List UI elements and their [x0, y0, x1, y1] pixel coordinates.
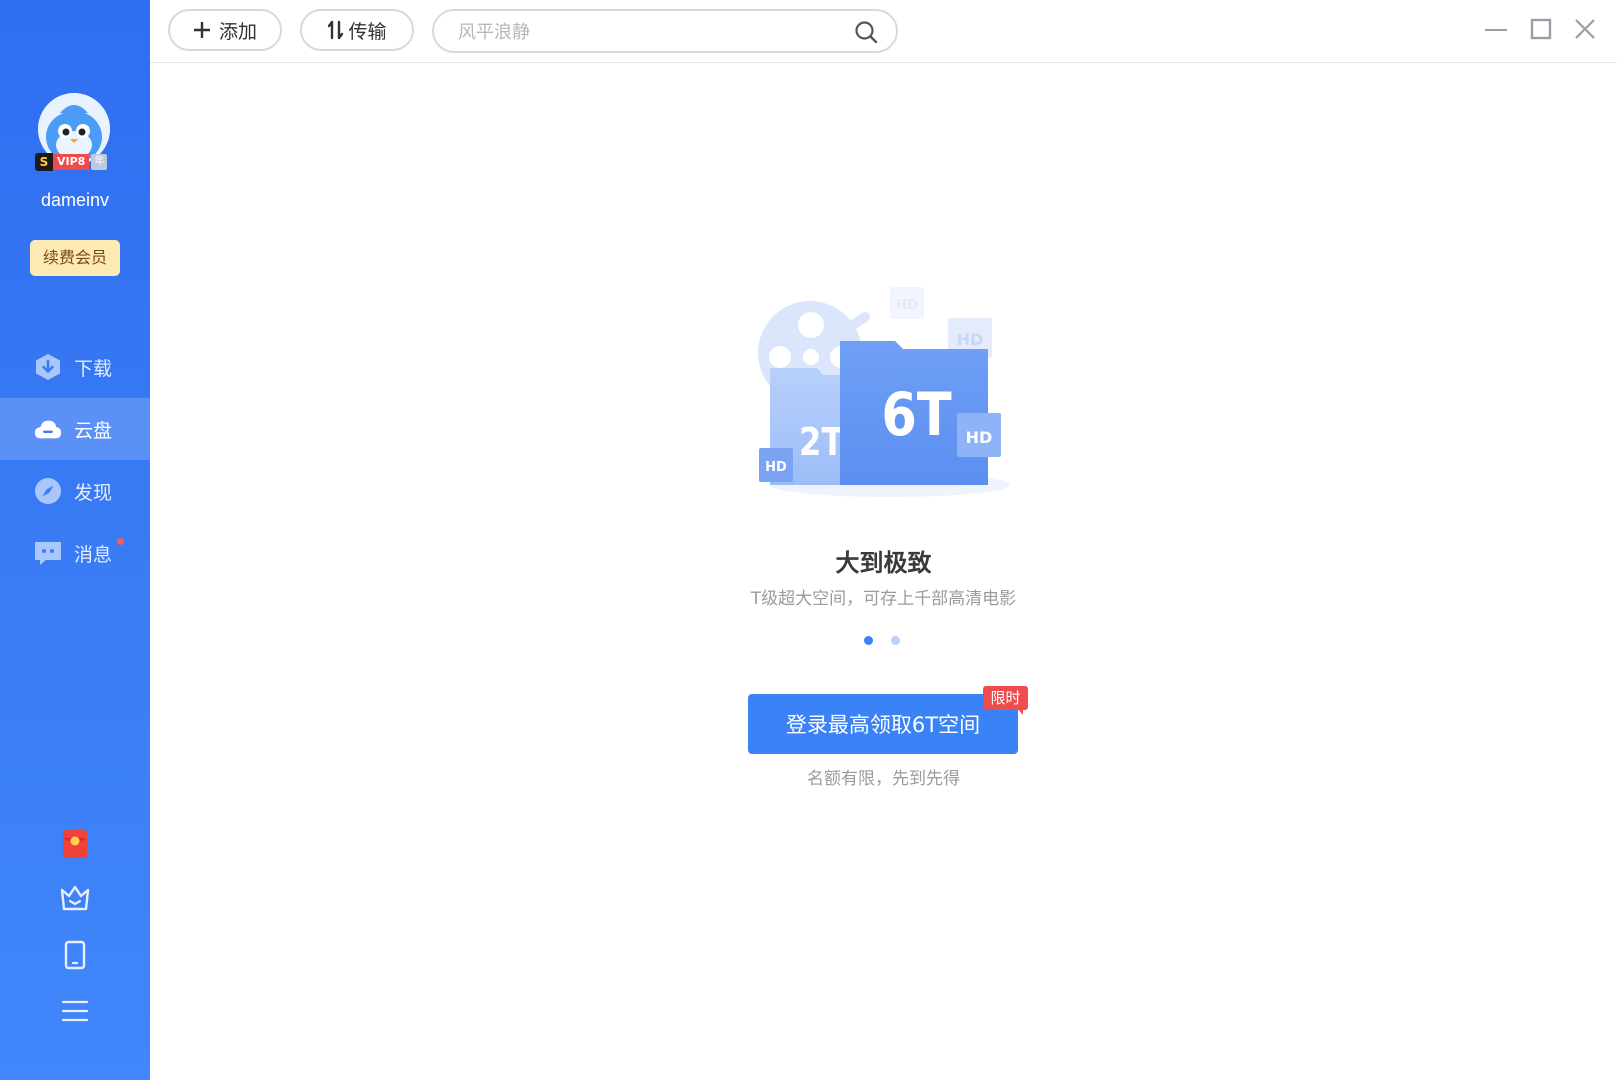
top-toolbar: 添加 传输 [150, 0, 1617, 63]
unread-dot [117, 538, 124, 545]
carousel-indicator [864, 636, 904, 646]
hd-tag-faint: HD [896, 298, 918, 313]
compass-icon [34, 477, 62, 505]
add-button[interactable]: 添加 [168, 9, 282, 51]
search-icon[interactable] [854, 20, 878, 44]
search-input[interactable] [456, 19, 840, 45]
hd-tag-left: HD [765, 460, 787, 475]
small-folder-label: 2T [799, 421, 843, 465]
crown-icon[interactable] [59, 882, 91, 914]
plus-icon [193, 22, 210, 38]
limited-time-badge: 限时 [983, 686, 1028, 710]
sidebar-item-label: 下载 [74, 357, 113, 380]
vip-s-mark: S [35, 153, 53, 171]
close-icon[interactable] [1572, 16, 1598, 42]
limited-time-badge-tail [1017, 708, 1023, 715]
vip-year-mark: 年 [91, 154, 108, 170]
minimize-icon[interactable] [1483, 16, 1509, 42]
login-claim-space-button[interactable]: 登录最高领取6T空间 [748, 694, 1018, 754]
promo-note: 名额有限，先到先得 [807, 769, 960, 789]
big-folder-label: 6T [881, 380, 951, 450]
search-box[interactable] [432, 9, 898, 53]
transfer-button[interactable]: 传输 [300, 9, 414, 51]
sidebar-item-messages[interactable]: 消息 [0, 522, 150, 584]
cloud-icon [34, 415, 62, 443]
cloud-storage-illustration: HD HD 2T 6T HD HD [755, 285, 1025, 510]
sidebar-item-cloud[interactable]: 云盘 [0, 398, 150, 460]
sidebar-item-discover[interactable]: 发现 [0, 460, 150, 522]
carousel-dot[interactable] [891, 636, 900, 645]
menu-icon[interactable] [59, 995, 91, 1027]
tablet-icon[interactable] [59, 939, 91, 971]
carousel-dot-active[interactable] [864, 636, 873, 645]
red-envelope-icon[interactable] [59, 828, 91, 860]
hd-tag-right: HD [966, 428, 993, 447]
add-button-label: 添加 [218, 20, 257, 43]
sidebar: S VIP8 年 dameinv 续费会员 下载 云盘 发现 消息 [0, 0, 150, 1080]
hd-tag-light: HD [957, 330, 984, 349]
vip-badge[interactable]: S VIP8 年 [35, 153, 108, 171]
sidebar-item-label: 消息 [74, 543, 113, 566]
username: dameinv [40, 190, 110, 210]
transfer-icon [328, 20, 344, 40]
sidebar-item-download[interactable]: 下载 [0, 336, 150, 398]
sidebar-item-label: 发现 [74, 481, 113, 504]
maximize-icon[interactable] [1528, 16, 1554, 42]
transfer-button-label: 传输 [348, 20, 387, 43]
promo-headline: 大到极致 [835, 549, 932, 577]
download-icon [34, 353, 62, 381]
sidebar-item-label: 云盘 [74, 419, 113, 442]
message-icon [34, 539, 62, 567]
vip-level-label: VIP8 [53, 154, 90, 170]
promo-subline: T级超大空间，可存上千部高清电影 [750, 589, 1017, 609]
renew-membership-button[interactable]: 续费会员 [30, 240, 120, 276]
